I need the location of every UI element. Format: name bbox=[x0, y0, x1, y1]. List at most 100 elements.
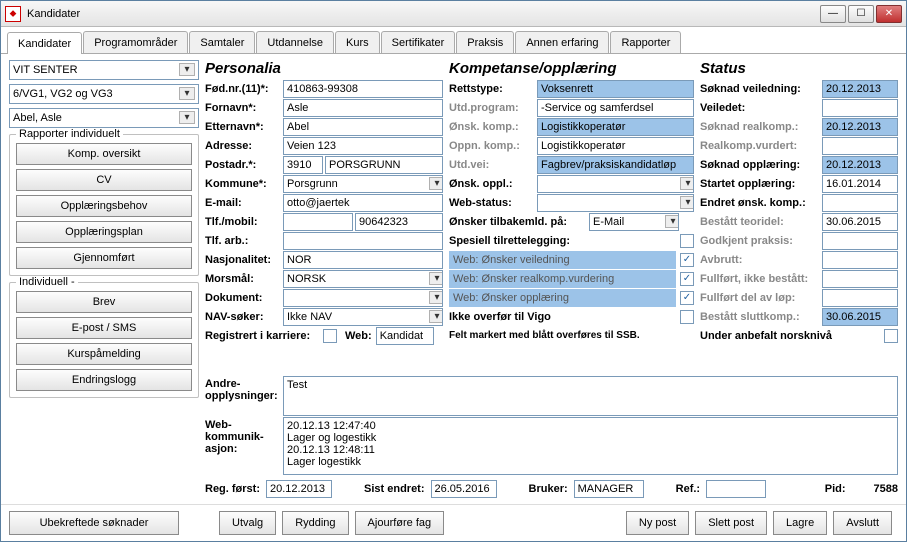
personalia-field[interactable]: otto@jaertek bbox=[283, 194, 443, 212]
mobil-field[interactable]: 90642323 bbox=[355, 213, 443, 231]
personalia-field[interactable] bbox=[283, 232, 443, 250]
web-wish-checkbox[interactable]: ✓ bbox=[680, 272, 694, 286]
status-field[interactable]: 20.12.2013 bbox=[822, 80, 898, 98]
status-field[interactable]: 30.06.2015 bbox=[822, 213, 898, 231]
personalia-field[interactable]: NOR bbox=[283, 251, 443, 269]
rapporter-btn-oppl-ringsbehov[interactable]: Opplæringsbehov bbox=[16, 195, 192, 217]
kompetanse-field[interactable] bbox=[537, 175, 694, 193]
ubekreftede-button[interactable]: Ubekreftede søknader bbox=[9, 511, 179, 535]
status-field[interactable] bbox=[822, 137, 898, 155]
individ-btn-kursp-melding[interactable]: Kurspåmelding bbox=[16, 343, 192, 365]
bruker-field[interactable]: MANAGER bbox=[574, 480, 644, 498]
footer-avslutt[interactable]: Avslutt bbox=[833, 511, 892, 535]
personalia-field[interactable] bbox=[283, 289, 443, 307]
status-field[interactable] bbox=[822, 289, 898, 307]
personalia-field[interactable]: Asle bbox=[283, 99, 443, 117]
tab-praksis[interactable]: Praksis bbox=[456, 31, 514, 53]
individ-btn-brev[interactable]: Brev bbox=[16, 291, 192, 313]
personalia-field[interactable]: 410863-99308 bbox=[283, 80, 443, 98]
footer-utvalg[interactable]: Utvalg bbox=[219, 511, 276, 535]
web-wish-checkbox[interactable]: ✓ bbox=[680, 253, 694, 267]
personalia-field[interactable]: NORSK bbox=[283, 270, 443, 288]
close-button[interactable]: ✕ bbox=[876, 5, 902, 23]
rapporter-btn-gjennomf-rt[interactable]: Gjennomført bbox=[16, 247, 192, 269]
tlf-field[interactable] bbox=[283, 213, 353, 231]
postnr-field[interactable]: 3910 bbox=[283, 156, 323, 174]
rapporter-btn-komp-oversikt[interactable]: Komp. oversikt bbox=[16, 143, 192, 165]
kompetanse-label: Ønsk. komp.: bbox=[449, 121, 537, 133]
registrert-checkbox[interactable] bbox=[323, 329, 337, 343]
tab-annen-erfaring[interactable]: Annen erfaring bbox=[515, 31, 609, 53]
sist-endret-field[interactable]: 26.05.2016 bbox=[431, 480, 497, 498]
pid-label: Pid: bbox=[825, 483, 846, 495]
status-field[interactable] bbox=[822, 251, 898, 269]
web-wish-label: Web: Ønsker realkomp.vurdering bbox=[449, 270, 676, 288]
reg-forst-field[interactable]: 20.12.2013 bbox=[266, 480, 332, 498]
personalia-label: Adresse: bbox=[205, 140, 283, 152]
web-field[interactable]: Kandidat bbox=[376, 327, 434, 345]
status-field[interactable]: 20.12.2013 bbox=[822, 118, 898, 136]
status-field[interactable] bbox=[822, 194, 898, 212]
personalia-field[interactable]: Abel bbox=[283, 118, 443, 136]
tilbake-select[interactable]: E-Mail bbox=[589, 213, 679, 231]
senter-select[interactable]: VIT SENTER bbox=[9, 60, 199, 80]
rapporter-group-title: Rapporter individuelt bbox=[16, 128, 123, 140]
maximize-button[interactable]: ☐ bbox=[848, 5, 874, 23]
tab-sertifikater[interactable]: Sertifikater bbox=[381, 31, 456, 53]
rapporter-btn-cv[interactable]: CV bbox=[16, 169, 192, 191]
status-label: Fullført del av løp: bbox=[700, 292, 822, 304]
footer-slett-post[interactable]: Slett post bbox=[695, 511, 767, 535]
web-wish-checkbox[interactable]: ✓ bbox=[680, 291, 694, 305]
norsk-checkbox[interactable] bbox=[884, 329, 898, 343]
personalia-field[interactable]: Veien 123 bbox=[283, 137, 443, 155]
app-icon: ⬥ bbox=[5, 6, 21, 22]
tab-bar: KandidaterProgramområderSamtalerUtdannel… bbox=[1, 27, 906, 54]
kompetanse-field[interactable]: -Service og samferdsel bbox=[537, 99, 694, 117]
kompetanse-label: Web-status: bbox=[449, 197, 537, 209]
kompetanse-field[interactable]: Fagbrev/praksiskandidatløp bbox=[537, 156, 694, 174]
status-label: Avbrutt: bbox=[700, 254, 822, 266]
minimize-button[interactable]: — bbox=[820, 5, 846, 23]
tab-utdannelse[interactable]: Utdannelse bbox=[256, 31, 334, 53]
personalia-field[interactable]: Porsgrunn bbox=[283, 175, 443, 193]
norsk-label: Under anbefalt norsknivå bbox=[700, 330, 884, 342]
spesiell-checkbox[interactable] bbox=[680, 234, 694, 248]
personalia-label: Dokument: bbox=[205, 292, 283, 304]
person-select[interactable]: Abel, Asle bbox=[9, 108, 199, 128]
andre-textarea[interactable]: Test bbox=[283, 376, 898, 416]
individ-btn-endringslogg[interactable]: Endringslogg bbox=[16, 369, 192, 391]
kompetanse-field[interactable]: Voksenrett bbox=[537, 80, 694, 98]
level-select[interactable]: 6/VG1, VG2 og VG3 bbox=[9, 84, 199, 104]
kompetanse-field[interactable]: Logistikkoperatør bbox=[537, 137, 694, 155]
kompetanse-field[interactable] bbox=[537, 194, 694, 212]
titlebar: ⬥ Kandidater — ☐ ✕ bbox=[1, 1, 906, 27]
poststed-field[interactable]: PORSGRUNN bbox=[325, 156, 443, 174]
status-label: Bestått teoridel: bbox=[700, 216, 822, 228]
tab-samtaler[interactable]: Samtaler bbox=[189, 31, 255, 53]
vigo-checkbox[interactable] bbox=[680, 310, 694, 324]
webkom-textarea[interactable]: 20.12.13 12:47:40 Lager og logestikk 20.… bbox=[283, 417, 898, 475]
personalia-label: Nasjonalitet: bbox=[205, 254, 283, 266]
status-label: Godkjent praksis: bbox=[700, 235, 822, 247]
kompetanse-field[interactable]: Logistikkoperatør bbox=[537, 118, 694, 136]
kompetanse-label: Oppn. komp.: bbox=[449, 140, 537, 152]
status-field[interactable] bbox=[822, 99, 898, 117]
status-field[interactable]: 16.01.2014 bbox=[822, 175, 898, 193]
personalia-field[interactable]: Ikke NAV bbox=[283, 308, 443, 326]
footer-ajourf-re-fag[interactable]: Ajourføre fag bbox=[355, 511, 445, 535]
footer-rydding[interactable]: Rydding bbox=[282, 511, 348, 535]
footer-ny-post[interactable]: Ny post bbox=[626, 511, 689, 535]
tab-kandidater[interactable]: Kandidater bbox=[7, 32, 82, 54]
tab-programområder[interactable]: Programområder bbox=[83, 31, 188, 53]
status-field[interactable] bbox=[822, 232, 898, 250]
tab-kurs[interactable]: Kurs bbox=[335, 31, 380, 53]
personalia-label: Tlf. arb.: bbox=[205, 235, 283, 247]
footer-lagre[interactable]: Lagre bbox=[773, 511, 827, 535]
rapporter-btn-oppl-ringsplan[interactable]: Opplæringsplan bbox=[16, 221, 192, 243]
status-field[interactable]: 20.12.2013 bbox=[822, 156, 898, 174]
tab-rapporter[interactable]: Rapporter bbox=[610, 31, 681, 53]
ref-field[interactable] bbox=[706, 480, 766, 498]
status-field[interactable] bbox=[822, 270, 898, 288]
individ-btn-e-post-sms[interactable]: E-post / SMS bbox=[16, 317, 192, 339]
status-field[interactable]: 30.06.2015 bbox=[822, 308, 898, 326]
